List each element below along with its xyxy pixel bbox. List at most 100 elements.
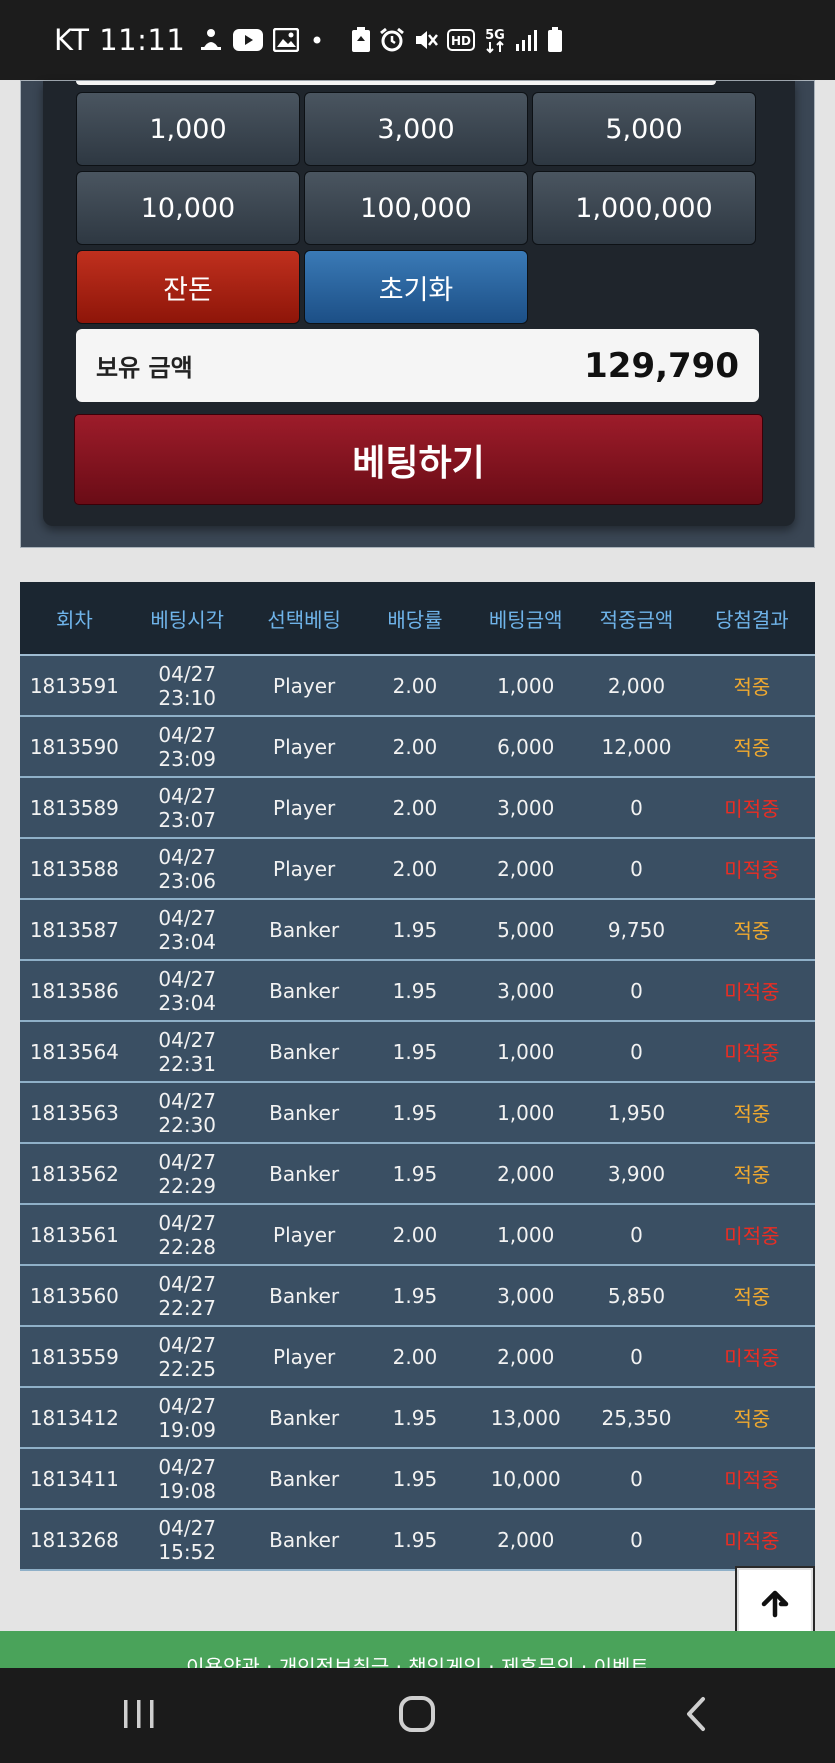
chip-button-10000[interactable]: 10,000: [76, 171, 300, 245]
cell-win-amount: 12,000: [584, 716, 689, 778]
cell-bet-time: 04/27 19:08: [128, 1448, 246, 1510]
chip-button-100000[interactable]: 100,000: [304, 171, 528, 245]
cell-bet-amount: 2,000: [467, 1326, 585, 1388]
cell-result: 미적중: [688, 1509, 815, 1571]
signal-icon: [515, 28, 539, 52]
status-bar: KT 11:11 HD 5G: [0, 0, 835, 80]
change-button[interactable]: 잔돈: [76, 250, 300, 324]
cell-round: 1813587: [20, 899, 129, 961]
cell-result: 적중: [688, 655, 815, 717]
mute-icon: [413, 27, 439, 53]
cell-win-amount: 3,900: [584, 1143, 689, 1205]
dot-icon: [309, 32, 325, 48]
5g-icon: 5G: [483, 26, 507, 54]
cell-selection: Banker: [245, 960, 363, 1022]
table-row: 1813591 04/27 23:10 Player 2.00 1,000 2,000 적중: [20, 655, 815, 717]
cell-win-amount: 0: [584, 1509, 689, 1571]
cell-bet-amount: 2,000: [467, 1509, 585, 1571]
arrow-up-icon: [761, 1590, 789, 1622]
cell-round: 1813412: [20, 1387, 129, 1449]
cell-win-amount: 0: [584, 777, 689, 839]
cell-win-amount: 0: [584, 838, 689, 900]
table-row: 1813561 04/27 22:28 Player 2.00 1,000 0 미적중: [20, 1204, 815, 1266]
cell-bet-time: 04/27 22:31: [128, 1021, 246, 1083]
table-row: 1813586 04/27 23:04 Banker 1.95 3,000 0 미적중: [20, 960, 815, 1022]
cell-odds: 2.00: [362, 655, 468, 717]
cell-result: 적중: [688, 1387, 815, 1449]
header-win-amount: 적중금액: [584, 582, 689, 656]
cell-result: 미적중: [688, 1021, 815, 1083]
cell-odds: 2.00: [362, 838, 468, 900]
chip-button-1000000[interactable]: 1,000,000: [532, 171, 756, 245]
cell-odds: 1.95: [362, 1448, 468, 1510]
balance-label: 보유 금액: [96, 354, 193, 382]
table-row: 1813268 04/27 15:52 Banker 1.95 2,000 0 미적중: [20, 1509, 815, 1571]
cell-bet-amount: 3,000: [467, 1265, 585, 1327]
table-row: 1813411 04/27 19:08 Banker 1.95 10,000 0 미적중: [20, 1448, 815, 1510]
youtube-icon: [233, 29, 264, 51]
cell-bet-time: 04/27 22:30: [128, 1082, 246, 1144]
balance-box: 보유 금액 129,790: [76, 329, 759, 402]
cell-round: 1813586: [20, 960, 129, 1022]
cell-bet-time: 04/27 23:04: [128, 960, 246, 1022]
cell-result: 미적중: [688, 960, 815, 1022]
cell-selection: Banker: [245, 1265, 363, 1327]
cell-result: 미적중: [688, 777, 815, 839]
table-row: 1813587 04/27 23:04 Banker 1.95 5,000 9,750 적중: [20, 899, 815, 961]
cell-odds: 2.00: [362, 716, 468, 778]
back-button[interactable]: [656, 1686, 736, 1746]
cell-odds: 1.95: [362, 960, 468, 1022]
cell-bet-time: 04/27 23:06: [128, 838, 246, 900]
cell-odds: 2.00: [362, 1204, 468, 1266]
system-nav-bar: [0, 1668, 835, 1763]
cell-round: 1813563: [20, 1082, 129, 1144]
cell-round: 1813590: [20, 716, 129, 778]
cell-result: 적중: [688, 716, 815, 778]
header-selection: 선택베팅: [245, 582, 363, 656]
cell-odds: 1.95: [362, 1082, 468, 1144]
table-row: 1813588 04/27 23:06 Player 2.00 2,000 0 미적중: [20, 838, 815, 900]
cell-bet-amount: 1,000: [467, 1021, 585, 1083]
cell-round: 1813560: [20, 1265, 129, 1327]
cell-selection: Player: [245, 716, 363, 778]
cell-bet-amount: 1,000: [467, 1204, 585, 1266]
cell-bet-time: 04/27 23:09: [128, 716, 246, 778]
table-row: 1813590 04/27 23:09 Player 2.00 6,000 12,000 적…: [20, 716, 815, 778]
svg-text:5G: 5G: [485, 28, 505, 43]
cell-result: 미적중: [688, 1326, 815, 1388]
home-button[interactable]: [377, 1686, 457, 1746]
cell-odds: 1.95: [362, 1021, 468, 1083]
notification-icon: [199, 27, 223, 53]
cell-win-amount: 5,850: [584, 1265, 689, 1327]
cell-bet-time: 04/27 22:27: [128, 1265, 246, 1327]
cell-selection: Banker: [245, 1448, 363, 1510]
chip-button-5000[interactable]: 5,000: [532, 92, 756, 166]
cell-round: 1813589: [20, 777, 129, 839]
bet-amount-input[interactable]: [76, 81, 716, 85]
cell-bet-time: 04/27 23:10: [128, 655, 246, 717]
alarm-icon: [379, 27, 405, 53]
cell-bet-amount: 3,000: [467, 960, 585, 1022]
cell-result: 미적중: [688, 838, 815, 900]
cell-selection: Player: [245, 1204, 363, 1266]
reset-button[interactable]: 초기화: [304, 250, 528, 324]
cell-selection: Banker: [245, 1082, 363, 1144]
header-odds: 배당률: [362, 582, 468, 656]
cell-win-amount: 0: [584, 960, 689, 1022]
cell-win-amount: 0: [584, 1448, 689, 1510]
footer-links[interactable]: 이용약관 · 개인정보취급 · 책임게임 · 제휴문의 · 이벤트: [0, 1651, 835, 1668]
cell-selection: Banker: [245, 1387, 363, 1449]
chip-button-3000[interactable]: 3,000: [304, 92, 528, 166]
recent-apps-button[interactable]: [99, 1686, 179, 1746]
cell-result: 미적중: [688, 1448, 815, 1510]
cell-bet-amount: 6,000: [467, 716, 585, 778]
cell-bet-amount: 2,000: [467, 838, 585, 900]
place-bet-button[interactable]: 베팅하기: [74, 414, 763, 505]
cell-win-amount: 25,350: [584, 1387, 689, 1449]
chip-button-1000[interactable]: 1,000: [76, 92, 300, 166]
balance-value: 129,790: [584, 345, 739, 386]
cell-odds: 1.95: [362, 899, 468, 961]
table-row: 1813562 04/27 22:29 Banker 1.95 2,000 3,900 적중: [20, 1143, 815, 1205]
betting-panel: 1,000 3,000 5,000 10,000 100,000 1,000,0…: [20, 80, 815, 548]
cell-bet-time: 04/27 15:52: [128, 1509, 246, 1571]
